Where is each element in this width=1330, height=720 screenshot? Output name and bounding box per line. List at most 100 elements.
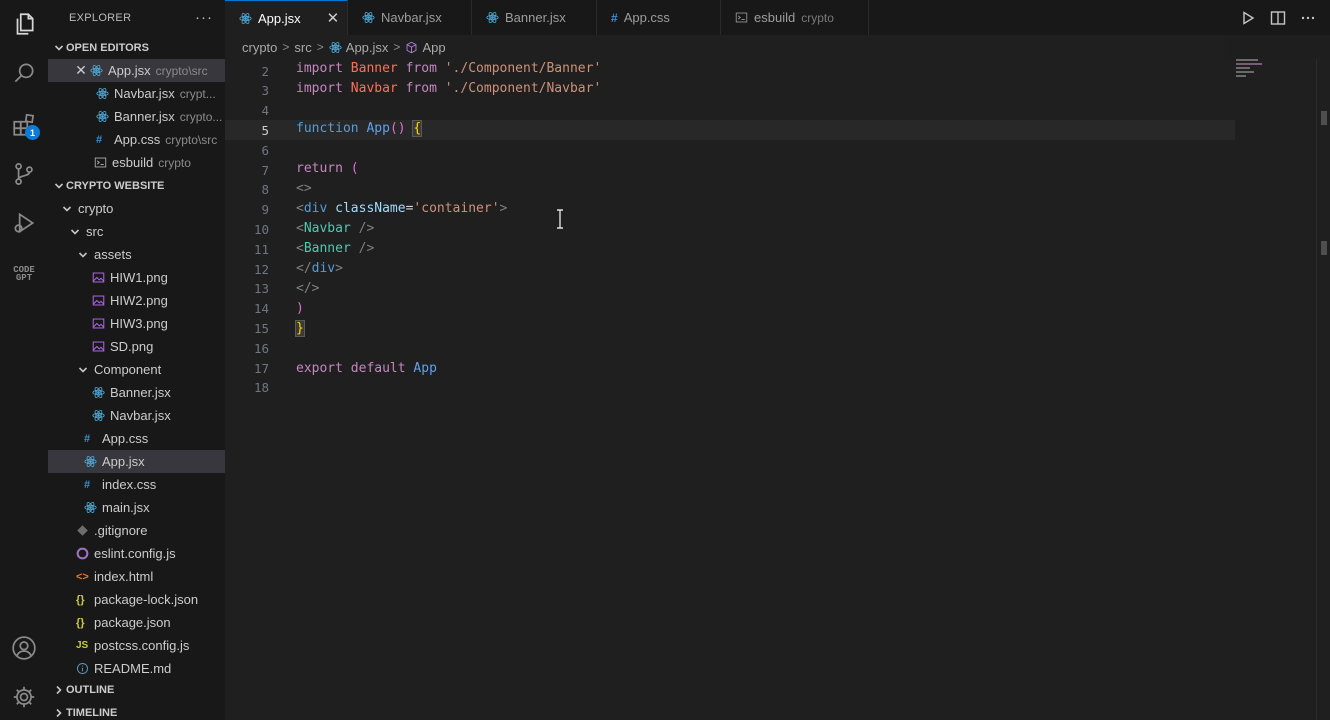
line-number: 17 — [253, 360, 269, 376]
extensions-activity-button[interactable]: 1 — [0, 101, 48, 149]
accounts-activity-button[interactable] — [0, 624, 48, 672]
tree-file[interactable]: SD.png — [48, 335, 225, 358]
line-number: 12 — [253, 261, 269, 277]
chevron-down-icon — [52, 181, 66, 191]
breadcrumb-file[interactable]: App.jsx — [346, 40, 389, 55]
timeline-section[interactable]: TIMELINE — [48, 701, 225, 720]
tab-app-css[interactable]: # App.css — [597, 0, 721, 35]
minimap[interactable] — [1236, 57, 1276, 87]
tree-item-label: App.css — [102, 431, 149, 446]
code-line: ) — [296, 301, 304, 316]
tab-esbuild[interactable]: esbuild crypto — [721, 0, 869, 35]
extensions-badge: 1 — [25, 125, 40, 140]
tree-file[interactable]: README.md — [48, 657, 225, 680]
tree-folder[interactable]: assets — [48, 243, 225, 266]
tree-file[interactable]: eslint.config.js — [48, 542, 225, 565]
tag-bracket: > — [335, 261, 343, 276]
breadcrumb-symbol[interactable]: App — [422, 40, 445, 55]
editor-line: 4 — [225, 101, 1235, 121]
breadcrumb-folder[interactable]: crypto — [242, 40, 277, 55]
tree-item-label: Navbar.jsx — [110, 408, 171, 423]
run-debug-activity-button[interactable] — [0, 199, 48, 247]
chevron-right-icon — [52, 708, 66, 718]
tab-banner-jsx[interactable]: Banner.jsx — [472, 0, 597, 35]
tab-label: Navbar.jsx — [381, 10, 442, 25]
open-editor-item[interactable]: Banner.jsx crypto... — [48, 105, 225, 128]
identifier: Navbar — [350, 81, 398, 96]
tree-file[interactable]: .gitignore — [48, 519, 225, 542]
split-editor-icon[interactable] — [1270, 10, 1286, 26]
manage-activity-button[interactable] — [0, 673, 48, 720]
codegpt-activity-button[interactable]: CODE GPT — [0, 250, 48, 298]
tree-file[interactable]: JS postcss.config.js — [48, 634, 225, 657]
code-line: import Navbar from './Component/Navbar' — [296, 81, 601, 96]
tree-file[interactable]: App.jsx — [48, 450, 225, 473]
chevron-right-icon — [52, 685, 66, 695]
line-number: 16 — [253, 340, 269, 356]
component-name: Banner — [303, 241, 351, 256]
tree-file[interactable]: {} package-lock.json — [48, 588, 225, 611]
breadcrumb-separator: > — [282, 40, 290, 54]
keyword-export: export — [296, 361, 343, 376]
tab-app-jsx[interactable]: App.jsx ✕ — [225, 0, 348, 35]
tree-file[interactable]: Navbar.jsx — [48, 404, 225, 427]
eslint-icon — [76, 547, 94, 560]
keyword-function: function — [296, 121, 359, 136]
outline-section[interactable]: OUTLINE — [48, 678, 225, 701]
breadcrumb-folder[interactable]: src — [294, 40, 311, 55]
symbol-method-icon — [407, 41, 417, 53]
tag-name: div — [303, 201, 328, 216]
editor-line: 11 — [225, 239, 1235, 259]
project-section[interactable]: CRYPTO WEBSITE — [48, 174, 225, 197]
run-icon[interactable] — [1240, 10, 1256, 26]
tree-file[interactable]: Banner.jsx — [48, 381, 225, 404]
line-number: 5 — [261, 122, 269, 138]
search-activity-button[interactable] — [0, 49, 48, 97]
source-control-activity-button[interactable] — [0, 150, 48, 198]
tree-folder[interactable]: src — [48, 220, 225, 243]
tree-file[interactable]: # App.css — [48, 427, 225, 450]
open-editors-section[interactable]: OPEN EDITORS — [48, 36, 225, 59]
keyword-import: import — [296, 61, 343, 76]
tree-folder[interactable]: Component — [48, 358, 225, 381]
close-icon[interactable]: ✕ — [327, 9, 340, 27]
close-icon[interactable]: ✕ — [72, 62, 90, 79]
keyword-from: from — [405, 61, 437, 76]
tree-file[interactable]: <> index.html — [48, 565, 225, 588]
tag-bracket: </ — [296, 261, 312, 276]
code-line: } — [295, 320, 305, 337]
code-line: import Banner from './Component/Banner' — [296, 61, 601, 76]
open-editor-item[interactable]: Navbar.jsx crypt... — [48, 82, 225, 105]
open-editor-item[interactable]: # App.css crypto\src — [48, 128, 225, 151]
tree-file[interactable]: {} package.json — [48, 611, 225, 634]
run-debug-icon — [14, 212, 35, 234]
info-icon — [76, 662, 94, 675]
tree-file[interactable]: HIW3.png — [48, 312, 225, 335]
tree-file[interactable]: HIW2.png — [48, 289, 225, 312]
tree-folder[interactable]: crypto — [48, 197, 225, 220]
more-actions-icon[interactable]: ··· — [195, 9, 213, 26]
chevron-down-icon — [76, 250, 90, 260]
react-icon — [84, 455, 102, 468]
editor-scrollbar[interactable] — [1316, 59, 1330, 720]
tree-file[interactable]: HIW1.png — [48, 266, 225, 289]
open-editor-item[interactable]: esbuild crypto — [48, 151, 225, 174]
fragment-open: <> — [296, 181, 312, 196]
tree-item-label: main.jsx — [102, 500, 150, 515]
chevron-down-icon — [76, 365, 90, 375]
code-line: export default App — [296, 361, 437, 376]
json-braces-icon: {} — [76, 616, 85, 629]
timeline-label: TIMELINE — [66, 706, 118, 719]
project-label: CRYPTO WEBSITE — [66, 179, 165, 192]
tree-file[interactable]: # index.css — [48, 473, 225, 496]
chevron-down-icon — [68, 227, 82, 237]
open-editor-item[interactable]: ✕ App.jsx crypto\src — [48, 59, 225, 82]
explorer-activity-button[interactable] — [0, 0, 48, 48]
code-editor[interactable]: 2 3 4 5 6 7 8 9 10 11 12 13 14 15 16 17 18 import Banner… — [225, 59, 1330, 720]
react-icon — [239, 12, 252, 25]
react-icon — [96, 87, 114, 100]
attribute-value: 'container' — [413, 201, 500, 216]
tab-navbar-jsx[interactable]: Navbar.jsx — [348, 0, 472, 35]
tree-file[interactable]: main.jsx — [48, 496, 225, 519]
more-actions-icon[interactable] — [1300, 10, 1316, 26]
